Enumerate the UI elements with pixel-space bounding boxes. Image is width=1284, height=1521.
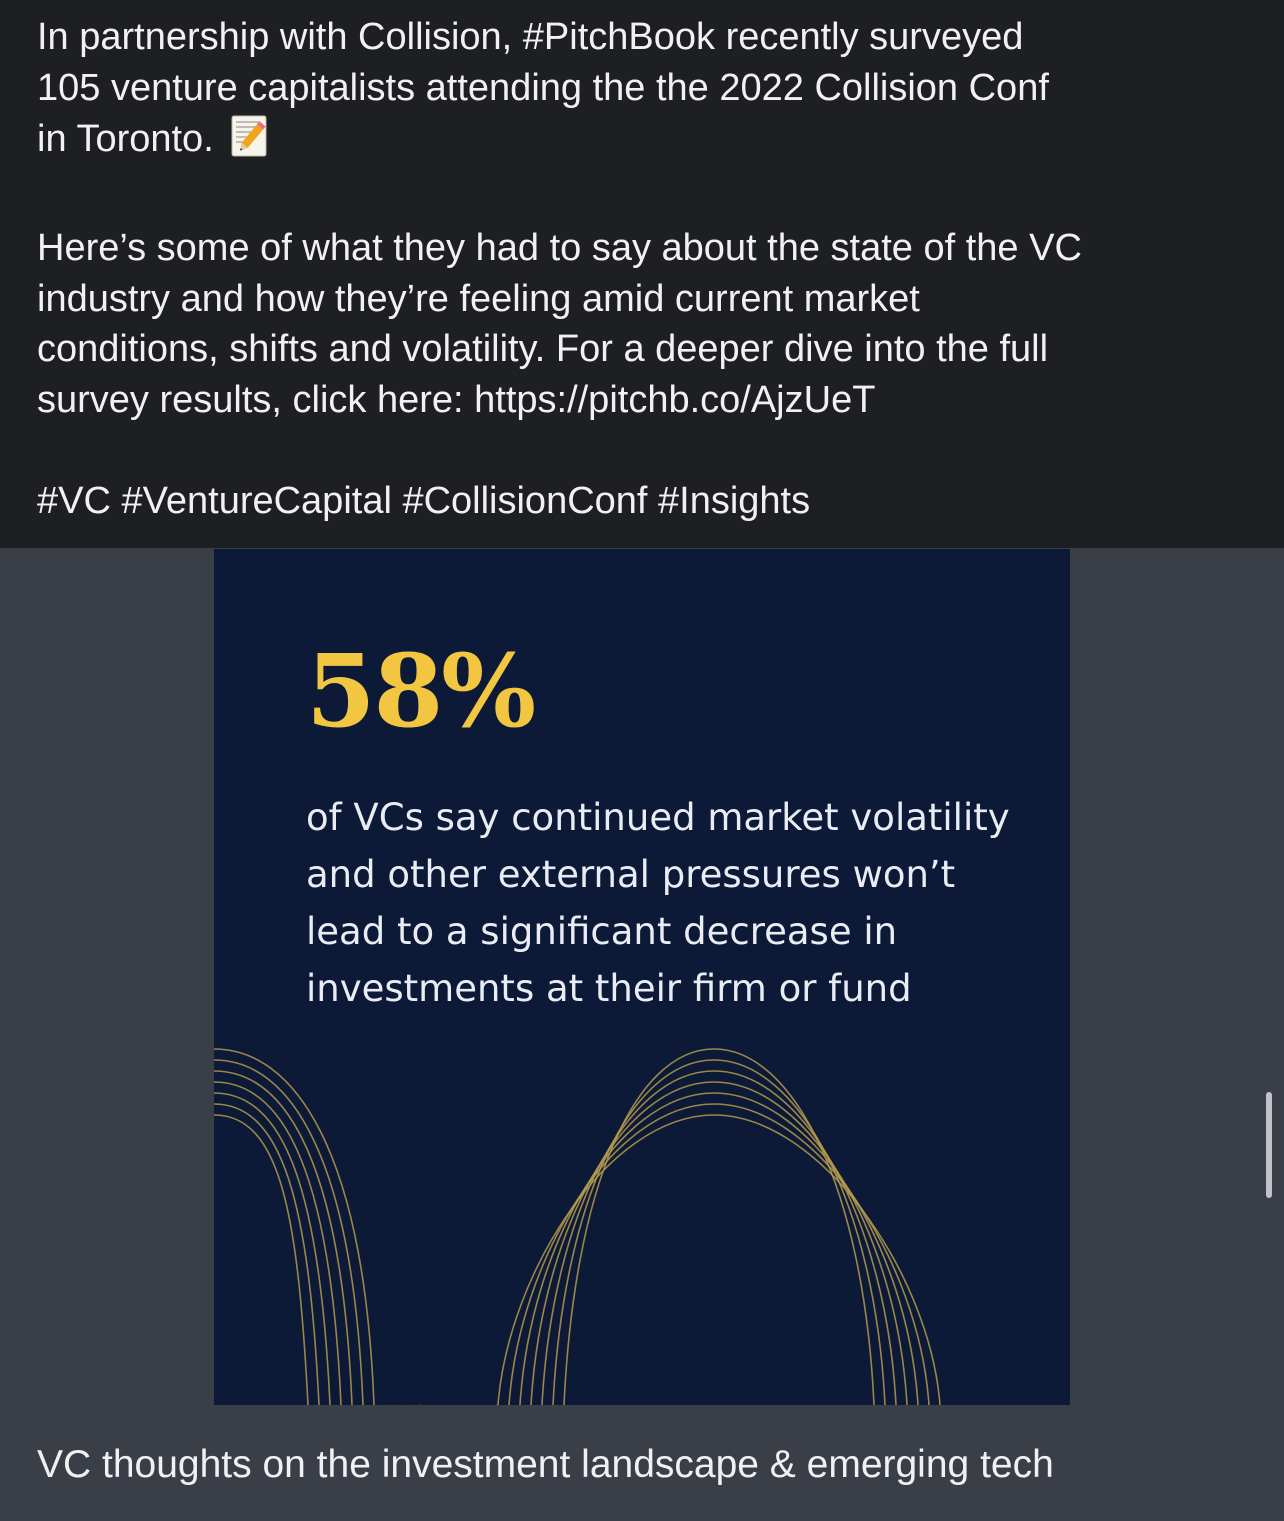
- stat-description-line: and other external pressures won’t: [306, 853, 956, 896]
- hashtags[interactable]: #VC #VentureCapital #CollisionConf #Insi…: [37, 476, 1254, 527]
- post-line: industry and how they’re feeling amid cu…: [37, 277, 920, 320]
- stat-description-line: lead to a significant decrease in: [306, 910, 898, 953]
- post-line: conditions, shifts and volatility. For a…: [37, 328, 1049, 370]
- post-line: in Toronto.: [37, 118, 214, 160]
- wave-line: [214, 1081, 908, 1405]
- wave-line: [214, 1059, 886, 1405]
- wave-line: [214, 1114, 941, 1405]
- post-paragraph-2: Here’s some of what they had to say abou…: [37, 223, 1254, 425]
- post-body: In partnership with Collision, #PitchBoo…: [0, 0, 1284, 548]
- media-caption[interactable]: VC thoughts on the investment landscape …: [37, 1440, 1054, 1490]
- infographic-card[interactable]: 58% of VCs say continued market volatili…: [214, 549, 1070, 1405]
- post-line: Here’s some of what they had to say abou…: [37, 227, 1082, 269]
- memo-icon: [230, 113, 274, 173]
- post-line: In partnership with Collision, #PitchBoo…: [37, 16, 1024, 58]
- stat-description-line: of VCs say continued market volatility: [306, 796, 1010, 839]
- stat-description: of VCs say continued market volatility a…: [306, 789, 1026, 1017]
- stat-description-line: investments at their firm or fund: [306, 967, 912, 1010]
- post-line: 105 venture capitalists attending the th…: [37, 66, 1049, 109]
- wave-line: [214, 1092, 919, 1405]
- post-paragraph-1: In partnership with Collision, #PitchBoo…: [37, 12, 1254, 173]
- post-line: survey results, click here: https://pitc…: [37, 378, 876, 421]
- stat-value: 58%: [306, 632, 536, 750]
- scrollbar-thumb[interactable]: [1266, 1092, 1272, 1198]
- media-area: 58% of VCs say continued market volatili…: [0, 548, 1284, 1521]
